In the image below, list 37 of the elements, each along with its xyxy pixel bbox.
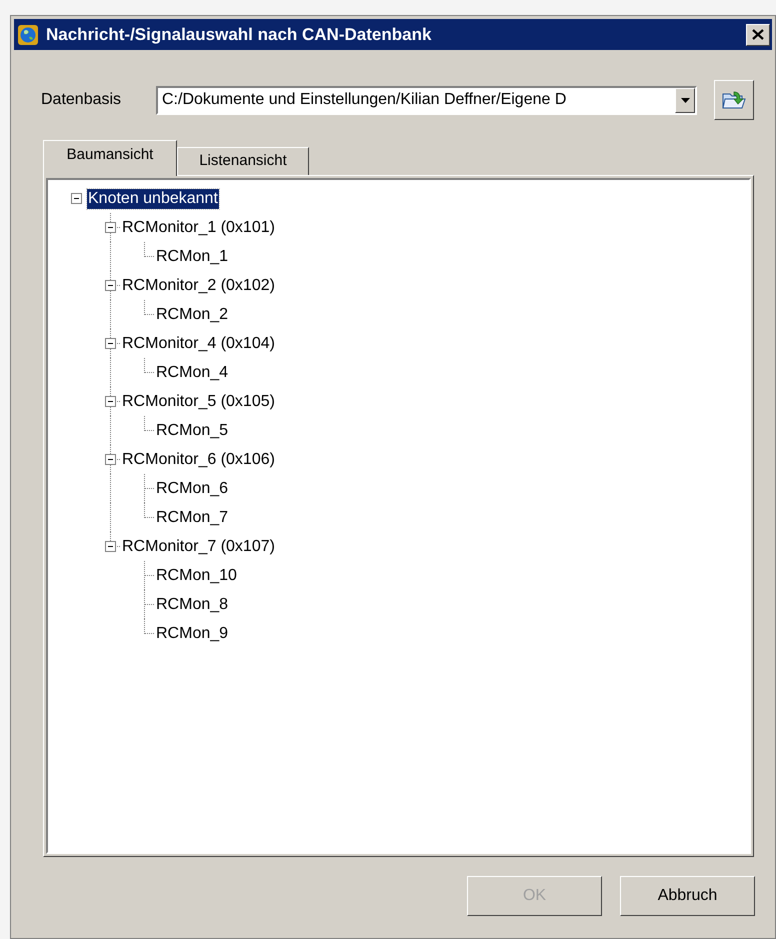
close-button[interactable] xyxy=(746,24,770,46)
tab[interactable]: Baumansicht xyxy=(43,140,177,176)
close-icon xyxy=(752,29,764,40)
collapse-icon[interactable] xyxy=(70,193,82,204)
window-title: Nachricht-/Signalauswahl nach CAN-Datenbank xyxy=(46,24,432,46)
tree-item[interactable]: RCMon_8 xyxy=(155,594,230,614)
tree-item[interactable]: RCMonitor_1 (0x101) xyxy=(121,218,276,238)
caret-icon xyxy=(680,98,690,102)
database-label: Datenbasis xyxy=(41,90,122,110)
collapse-icon[interactable] xyxy=(104,280,116,291)
tree-item[interactable]: RCMon_5 xyxy=(155,420,230,440)
globe-icon xyxy=(18,24,38,44)
tree-item[interactable]: RCMon_2 xyxy=(155,304,230,324)
collapse-icon[interactable] xyxy=(104,454,116,465)
tree-item[interactable]: RCMonitor_2 (0x102) xyxy=(121,276,276,296)
tree-item[interactable]: RCMon_7 xyxy=(155,508,230,528)
folder-icon xyxy=(722,90,746,110)
tree-item[interactable]: RCMonitor_5 (0x105) xyxy=(121,392,276,412)
tab[interactable]: Listenansicht xyxy=(177,147,309,175)
tree-item[interactable]: RCMon_6 xyxy=(155,478,230,498)
dialog-button[interactable]: Abbruch xyxy=(620,876,755,916)
tree-item[interactable]: RCMon_10 xyxy=(155,566,238,586)
tree-item[interactable]: RCMon_4 xyxy=(155,362,230,382)
tree-item[interactable]: RCMonitor_7 (0x107) xyxy=(121,536,276,556)
collapse-icon[interactable] xyxy=(104,396,116,407)
collapse-icon[interactable] xyxy=(104,541,116,552)
tree-item[interactable]: Knoten unbekannt xyxy=(87,188,219,208)
collapse-icon[interactable] xyxy=(104,222,116,233)
tree-item[interactable]: RCMon_9 xyxy=(155,624,230,644)
tree-item[interactable]: RCMon_1 xyxy=(155,246,230,266)
database-path: C:/Dokumente und Einstellungen/Kilian Deffner/Eigene D xyxy=(162,90,568,110)
database-combo[interactable]: C:/Dokumente und Einstellungen/Kilian Deffner/Eigene D xyxy=(156,86,697,114)
tree-item[interactable]: RCMonitor_4 (0x104) xyxy=(121,334,276,354)
collapse-icon[interactable] xyxy=(104,338,116,349)
dropdown-button[interactable] xyxy=(675,88,695,112)
open-folder-button[interactable] xyxy=(714,80,754,120)
tree-item[interactable]: RCMonitor_6 (0x106) xyxy=(121,450,276,470)
